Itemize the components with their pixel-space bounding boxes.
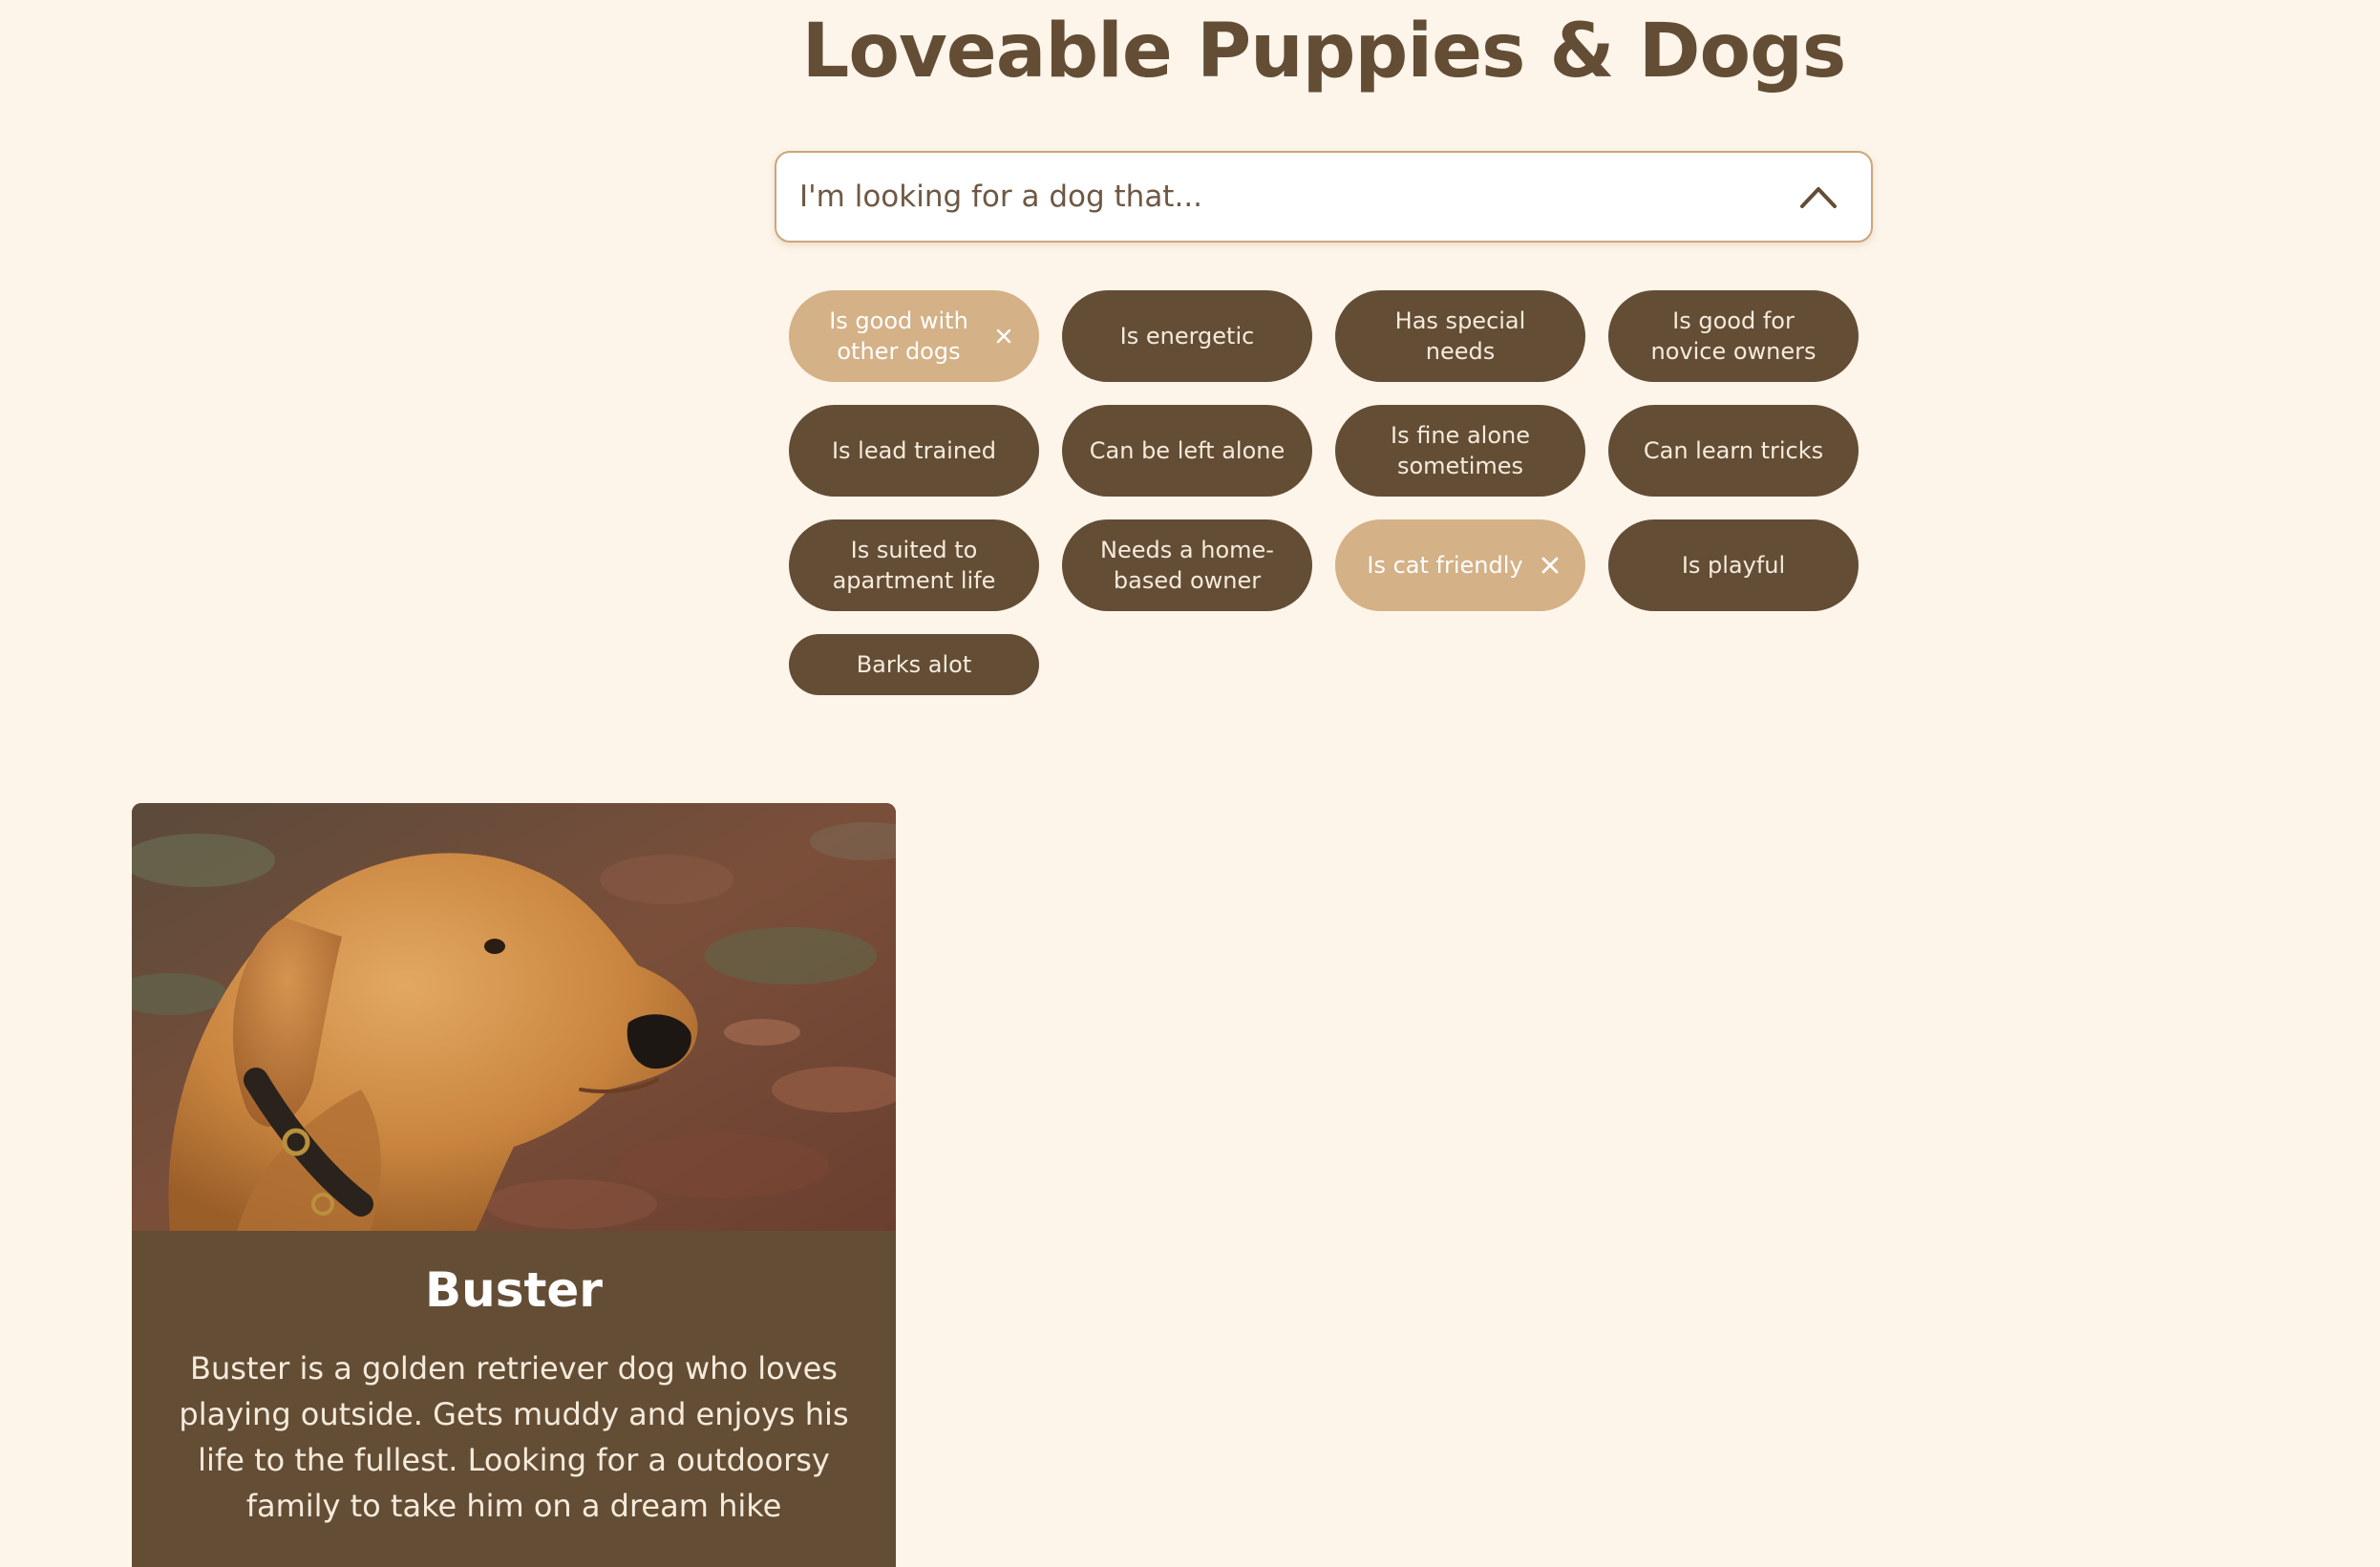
filter-chip-playful[interactable]: Is playful: [1608, 519, 1859, 611]
close-icon[interactable]: [991, 324, 1016, 349]
filter-chip-barks-alot[interactable]: Barks alot: [789, 634, 1039, 695]
filter-chip-learn-tricks[interactable]: Can learn tricks: [1608, 405, 1859, 497]
filter-chip-energetic[interactable]: Is energetic: [1062, 290, 1312, 382]
chip-label: Is suited to apartment life: [832, 537, 996, 594]
chip-label: Is good with other dogs: [829, 307, 968, 365]
chip-label: Is lead trained: [831, 437, 997, 464]
chip-label: Is cat friendly: [1367, 552, 1523, 579]
chip-label: Is fine alone sometimes: [1391, 422, 1530, 479]
chip-label: Is playful: [1681, 552, 1786, 579]
filter-chip-apartment-life[interactable]: Is suited to apartment life: [789, 519, 1039, 611]
chip-label: Is energetic: [1119, 323, 1255, 349]
filter-chip-fine-alone-sometimes[interactable]: Is fine alone sometimes: [1335, 405, 1585, 497]
search-dropdown[interactable]: I'm looking for a dog that...: [775, 151, 1873, 243]
chip-label: Needs a home-based owner: [1100, 537, 1274, 594]
filter-chip-cat-friendly[interactable]: Is cat friendly: [1335, 519, 1585, 611]
dog-name: Buster: [425, 1262, 603, 1318]
dog-card[interactable]: Buster Buster is a golden retriever dog …: [132, 803, 896, 1567]
page-title: Loveable Puppies & Dogs: [801, 9, 1847, 95]
dog-photo: [132, 803, 896, 1231]
chip-label: Has special needs: [1394, 307, 1526, 365]
chip-label: Can be left alone: [1089, 437, 1286, 464]
filter-chip-home-based-owner[interactable]: Needs a home-based owner: [1062, 519, 1312, 611]
filter-chip-special-needs[interactable]: Has special needs: [1335, 290, 1585, 382]
search-placeholder: I'm looking for a dog that...: [799, 180, 1203, 214]
filter-chip-list: Is good with other dogs Is energetic Has…: [789, 290, 1859, 695]
chevron-up-icon[interactable]: [1798, 180, 1838, 214]
chip-label: Is good for novice owners: [1650, 307, 1817, 365]
dog-description: Buster is a golden retriever dog who lov…: [179, 1350, 849, 1524]
chip-label: Can learn tricks: [1643, 437, 1824, 464]
filter-chip-lead-trained[interactable]: Is lead trained: [789, 405, 1039, 497]
filter-chip-good-with-dogs[interactable]: Is good with other dogs: [789, 290, 1039, 382]
filter-chip-left-alone[interactable]: Can be left alone: [1062, 405, 1312, 497]
close-icon[interactable]: [1538, 553, 1562, 578]
filter-chip-novice-owners[interactable]: Is good for novice owners: [1608, 290, 1859, 382]
chip-label: Barks alot: [856, 651, 972, 678]
